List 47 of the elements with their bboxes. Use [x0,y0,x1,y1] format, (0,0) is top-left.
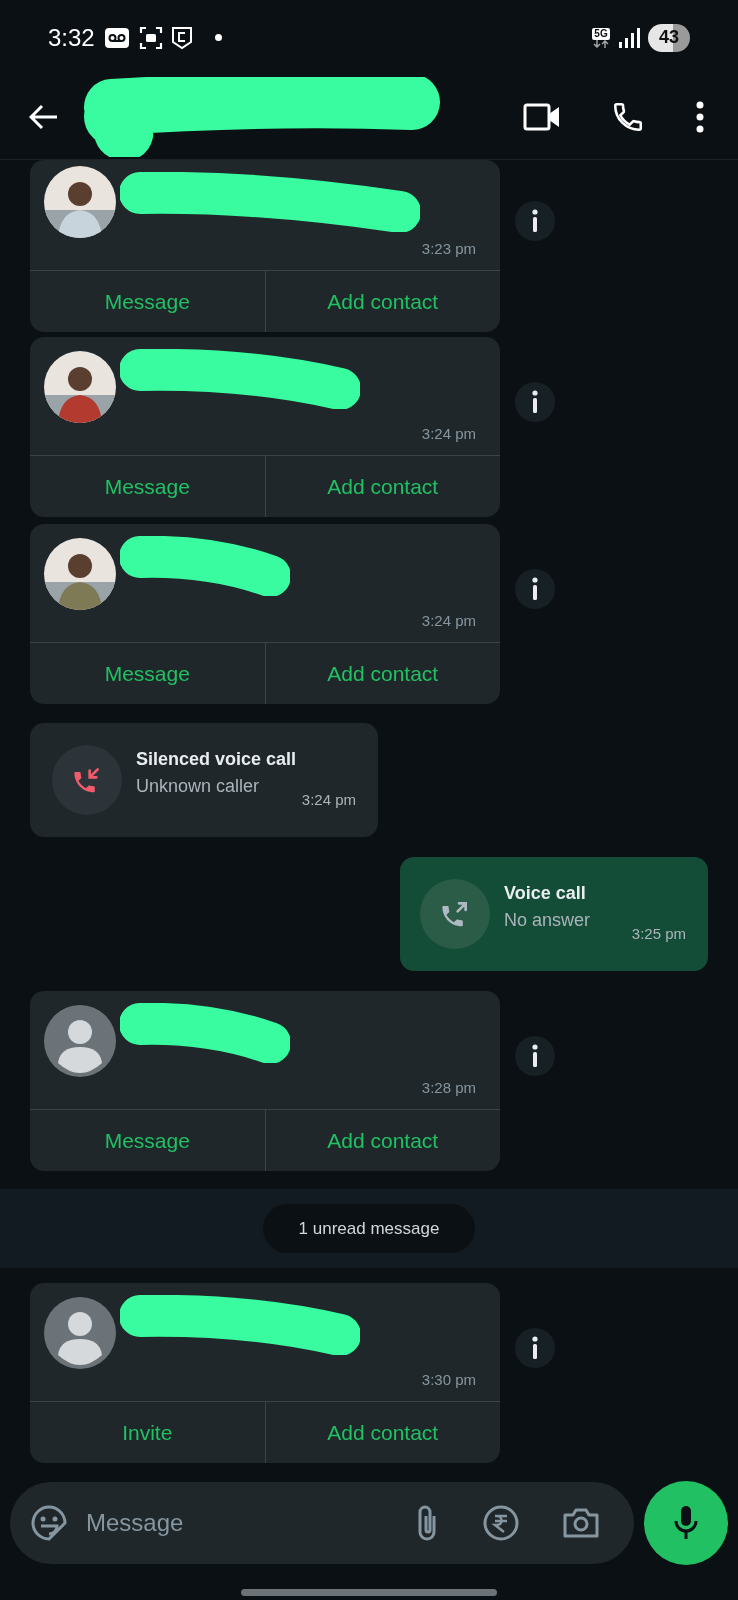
call-status: Unknown caller [136,775,261,798]
card-action-button[interactable]: Add contact [264,1110,500,1171]
message-time: 3:24 pm [421,610,476,631]
message-time: 3:23 pm [421,238,476,259]
avatar-icon [44,1005,116,1077]
rupee-payment-icon[interactable] [482,1504,520,1542]
message-time: 3:25 pm [631,923,686,944]
signal-icon [618,27,640,48]
back-arrow-icon[interactable] [29,104,59,130]
network-label: 5G [592,27,610,40]
message-input-field[interactable]: Message [10,1482,634,1564]
video-call-icon[interactable] [523,103,561,131]
avatar-icon [44,1297,116,1369]
card-action-button[interactable]: Message [30,271,265,332]
card-action-button[interactable]: Add contact [264,643,500,704]
more-options-icon[interactable] [695,101,705,133]
call-status: No answer [504,909,591,932]
card-action-button[interactable]: Add contact [264,456,500,517]
info-icon[interactable] [515,1036,555,1076]
info-icon[interactable] [515,201,555,241]
info-icon[interactable] [515,569,555,609]
status-time: 3:32 [48,22,95,53]
message-input[interactable]: Message [86,1505,414,1541]
call-title: Voice call [504,882,587,905]
card-action-button[interactable]: Message [30,456,265,517]
data-arrows-icon [592,39,610,48]
shield-icon [170,25,193,50]
message-time: 3:28 pm [421,1077,476,1098]
call-title: Silenced voice call [136,748,297,771]
message-time: 3:24 pm [301,789,356,810]
voice-call-icon[interactable] [611,100,645,134]
voicemail-icon [104,27,129,48]
message-time: 3:30 pm [421,1369,476,1390]
card-action-button[interactable]: Add contact [264,1402,500,1463]
card-action-button[interactable]: Add contact [264,271,500,332]
card-action-button[interactable]: Invite [30,1402,265,1463]
info-icon[interactable] [515,382,555,422]
battery-level: 43 [659,26,679,49]
sticker-icon[interactable] [30,1504,68,1542]
unread-count-label: 1 unread message [262,1203,476,1254]
card-action-button[interactable]: Message [30,643,265,704]
microphone-icon [673,1505,699,1541]
card-action-button[interactable]: Message [30,1110,265,1171]
message-time: 3:24 pm [421,423,476,444]
camera-icon[interactable] [562,1506,600,1540]
info-icon[interactable] [515,1328,555,1368]
screenshot-icon [138,25,163,50]
